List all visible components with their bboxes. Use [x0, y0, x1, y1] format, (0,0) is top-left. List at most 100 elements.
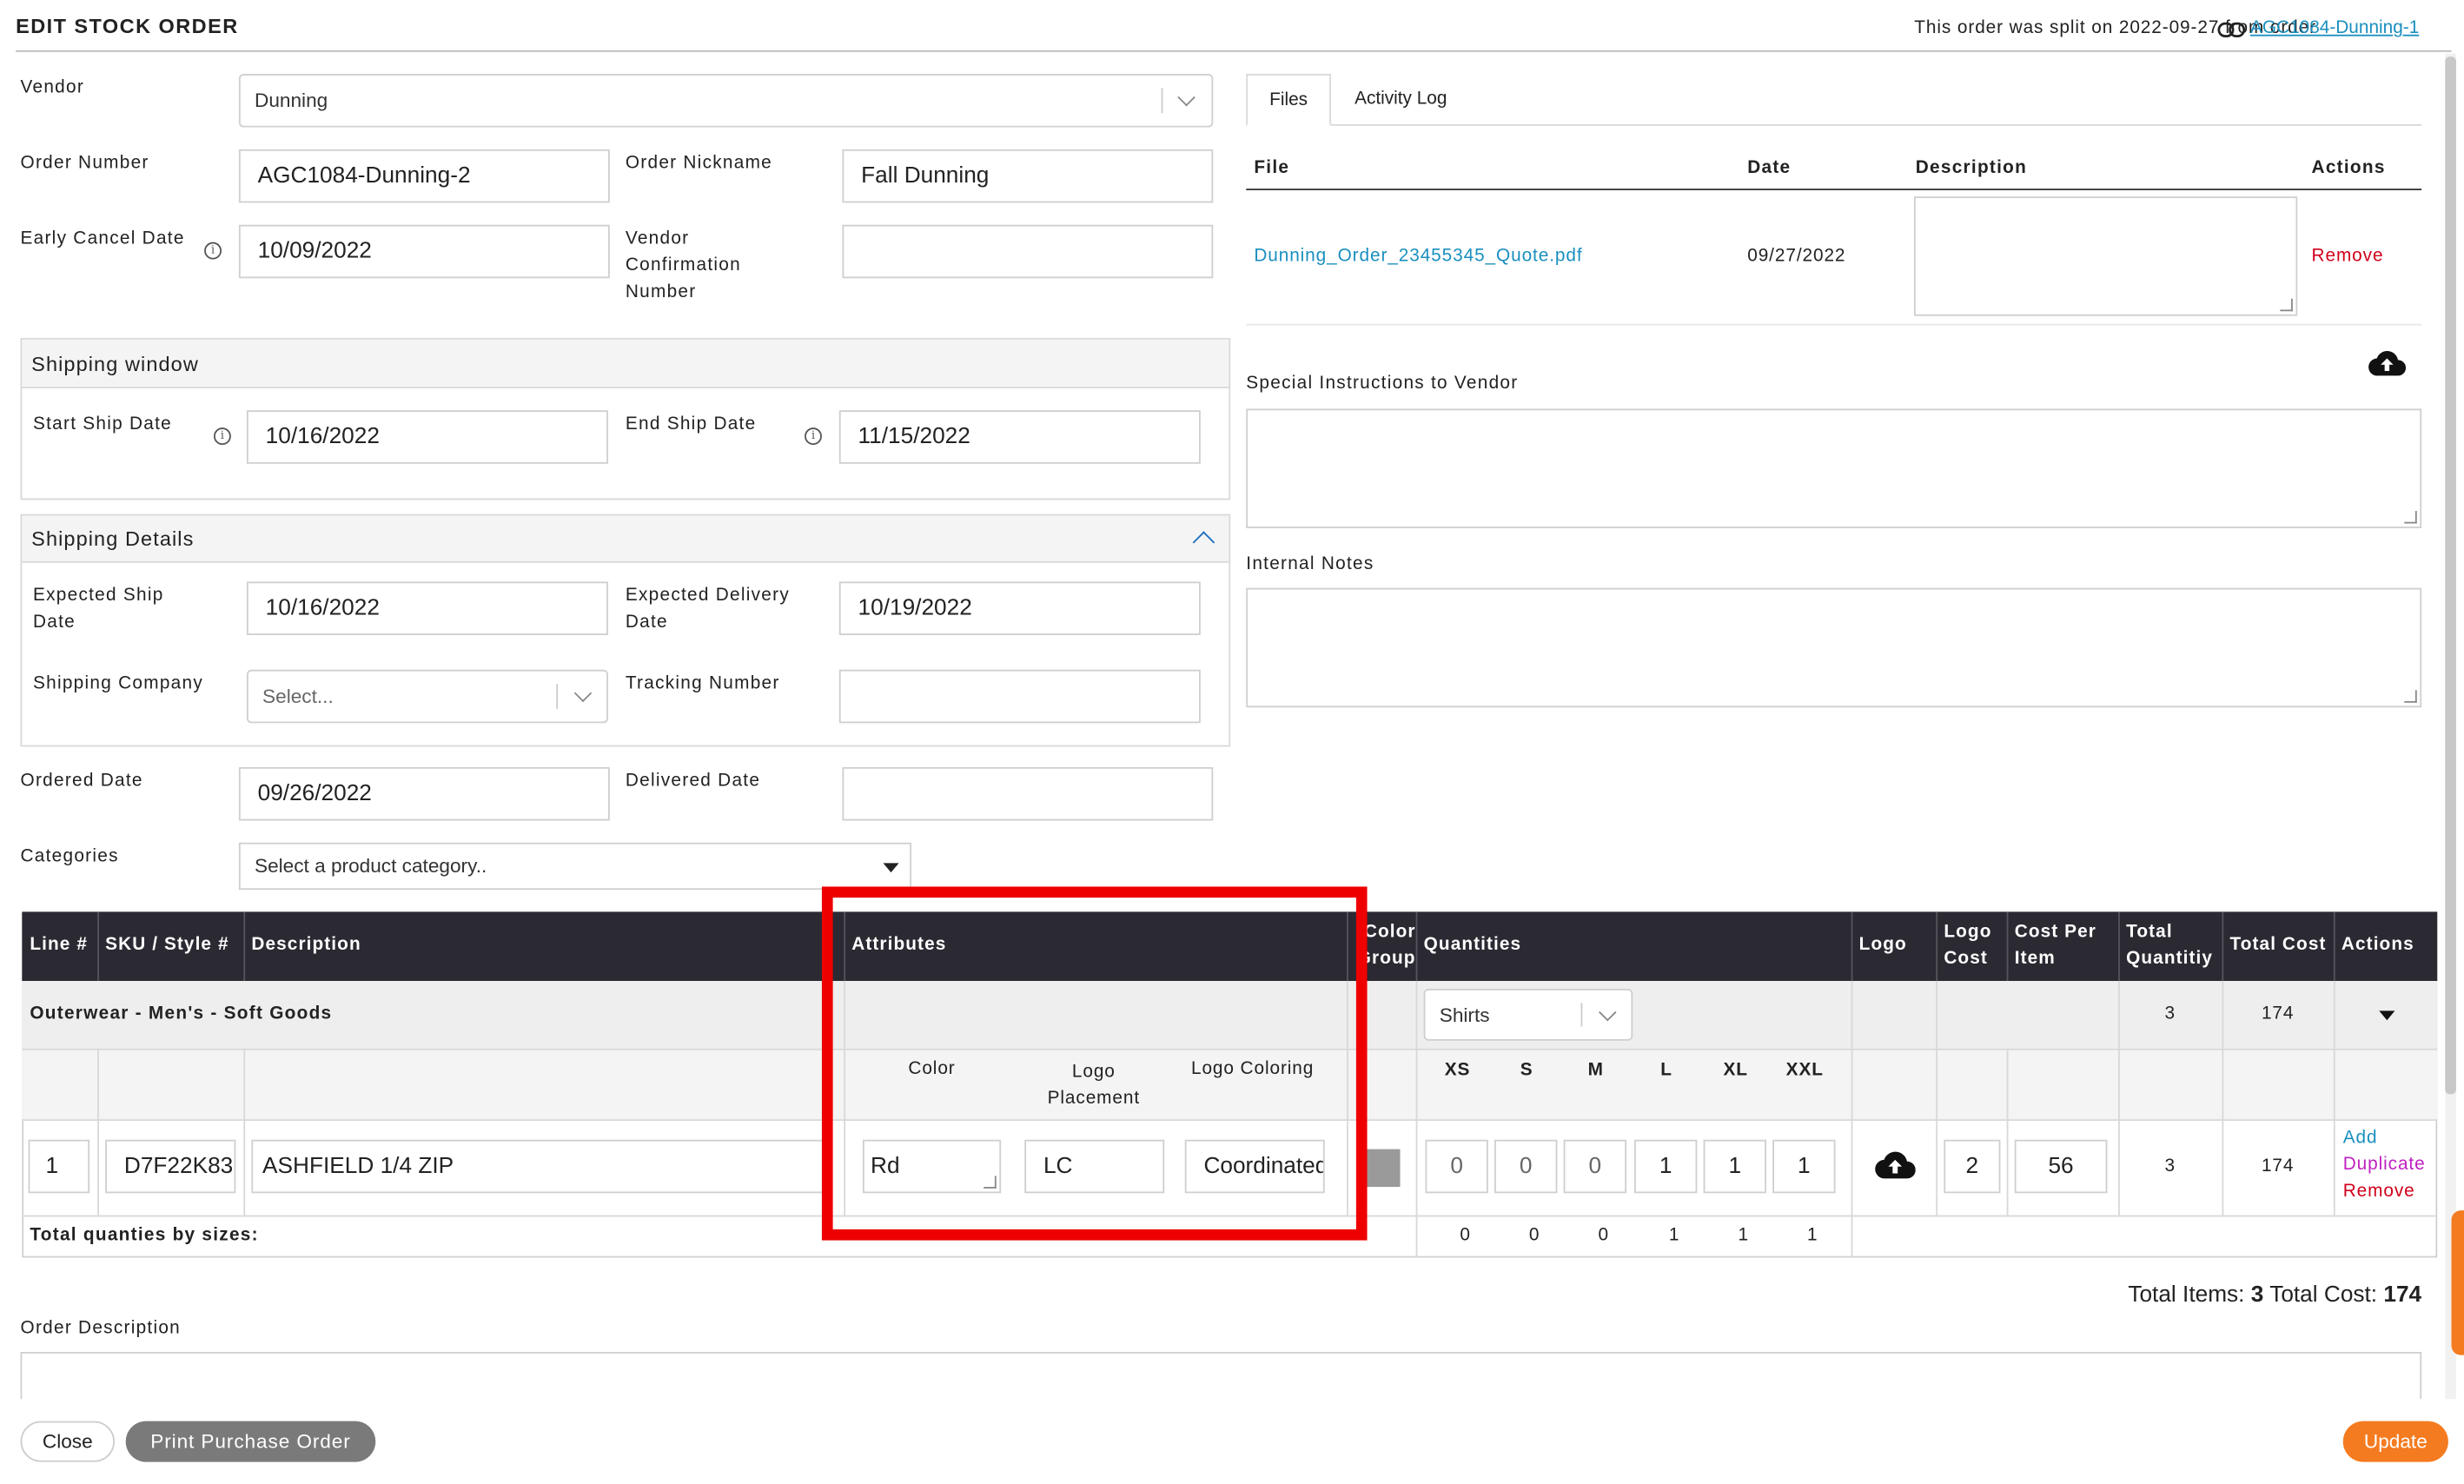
- col-sep: [2006, 1048, 2009, 1216]
- caret-down-icon: [883, 863, 899, 873]
- qty-input-m[interactable]: 0: [1563, 1139, 1626, 1194]
- end-ship-date-input[interactable]: 11/15/2022: [838, 410, 1201, 464]
- group-name: Outerwear - Men's - Soft Goods: [30, 1004, 333, 1024]
- help-widget-tab[interactable]: [2451, 1210, 2464, 1355]
- col-sep: [1936, 981, 1938, 1216]
- qty-input-l[interactable]: 1: [1634, 1139, 1698, 1194]
- vendor-select[interactable]: Dunning: [238, 74, 1214, 128]
- tracking-number-input[interactable]: [838, 669, 1201, 724]
- print-purchase-order-button[interactable]: Print Purchase Order: [125, 1421, 376, 1462]
- caret-down-icon[interactable]: [2379, 1010, 2395, 1021]
- special-instructions-label: Special Instructions to Vendor: [1246, 374, 1519, 394]
- size-set-select[interactable]: Shirts: [1423, 989, 1633, 1041]
- update-button[interactable]: Update: [2342, 1421, 2448, 1462]
- early-cancel-input[interactable]: 10/09/2022: [238, 224, 610, 279]
- description-input[interactable]: ASHFIELD 1/4 ZIP: [251, 1139, 827, 1194]
- qty-input-s[interactable]: 0: [1494, 1139, 1558, 1194]
- delivered-date-label: Delivered Date: [625, 772, 761, 792]
- order-nickname-input[interactable]: Fall Dunning: [842, 149, 1214, 203]
- ordered-date-input[interactable]: 09/26/2022: [238, 766, 610, 821]
- order-description-label: Order Description: [20, 1319, 182, 1338]
- col-sep: [2333, 911, 2335, 982]
- vendor-label: Vendor: [20, 78, 85, 98]
- file-remove-link[interactable]: Remove: [2312, 247, 2384, 266]
- cloud-upload-icon[interactable]: [2368, 349, 2407, 378]
- scrollbar-thumb[interactable]: [2445, 56, 2456, 1095]
- resize-grip[interactable]: [2280, 298, 2293, 312]
- file-link[interactable]: Dunning_Order_23455345_Quote.pdf: [1254, 247, 1582, 266]
- split-origin-link[interactable]: AGC1084-Dunning-1: [2250, 19, 2419, 38]
- tab-activity-log[interactable]: Activity Log: [1355, 89, 1447, 109]
- col-total-qty-line1: Total: [2126, 923, 2173, 942]
- shipping-company-label: Shipping Company: [32, 674, 203, 693]
- info-icon[interactable]: i: [213, 427, 231, 446]
- total-cost-value: 174: [2383, 1282, 2422, 1308]
- header-divider: [16, 50, 2452, 52]
- col-sep: [97, 911, 99, 982]
- col-cost-per-item: Cost Per Item: [2015, 919, 2096, 973]
- order-description-input[interactable]: [20, 1352, 2422, 1400]
- info-icon[interactable]: i: [204, 242, 222, 260]
- link-icon: [2217, 22, 2246, 37]
- tracking-number-label: Tracking Number: [625, 674, 780, 693]
- files-col-actions: Actions: [2311, 158, 2386, 178]
- col-line: Line #: [30, 935, 89, 955]
- chevron-down-icon: [1177, 88, 1196, 107]
- early-cancel-label: Early Cancel Date: [20, 229, 185, 248]
- resize-grip[interactable]: [2404, 690, 2417, 703]
- special-instructions-input[interactable]: [1246, 408, 2422, 528]
- col-sep: [1936, 911, 1938, 982]
- line-number-input[interactable]: 1: [28, 1139, 90, 1194]
- resize-grip[interactable]: [2404, 511, 2417, 524]
- close-button[interactable]: Close: [20, 1421, 116, 1462]
- file-description-input[interactable]: [1913, 196, 2298, 316]
- expected-delivery-date-input[interactable]: 10/19/2022: [838, 581, 1201, 635]
- order-summary: Total Items: 3 Total Cost: 174: [2128, 1282, 2421, 1308]
- total-cost-label: Total Cost:: [2269, 1282, 2378, 1308]
- total-items-label: Total Items:: [2128, 1282, 2245, 1308]
- end-ship-date-label: End Ship Date: [625, 414, 757, 434]
- sku-input[interactable]: D7F22K83: [105, 1139, 236, 1194]
- total-l: 1: [1668, 1226, 1680, 1245]
- expected-delivery-date-label: Expected Delivery Date: [626, 583, 790, 637]
- logo-cost-input[interactable]: 2: [1944, 1139, 2001, 1194]
- page-title: EDIT STOCK ORDER: [16, 14, 239, 38]
- col-total-qty-line2: Quantitiy: [2126, 949, 2214, 969]
- files-col-file: File: [1254, 158, 1290, 178]
- total-xxl: 1: [1807, 1226, 1818, 1245]
- qty-input-xs[interactable]: 0: [1425, 1139, 1488, 1194]
- categories-select[interactable]: Select a product category..: [238, 842, 912, 891]
- order-number-label: Order Number: [20, 154, 149, 174]
- duplicate-row-link[interactable]: Duplicate: [2343, 1156, 2426, 1175]
- remove-row-link[interactable]: Remove: [2343, 1183, 2415, 1202]
- delivered-date-input[interactable]: [842, 766, 1214, 821]
- size-header-m: M: [1587, 1061, 1604, 1081]
- col-sku: SKU / Style #: [105, 935, 229, 955]
- col-sep: [1851, 911, 1853, 982]
- logo-upload-icon[interactable]: [1875, 1149, 1916, 1181]
- expected-ship-date-input[interactable]: 10/16/2022: [246, 581, 608, 635]
- col-logo: Logo: [1858, 935, 1907, 955]
- vendor-confirmation-label: Vendor Confirmation Number: [626, 227, 741, 307]
- size-header-xxl: XXL: [1785, 1061, 1824, 1081]
- cost-per-item-input[interactable]: 56: [2014, 1139, 2108, 1194]
- start-ship-date-input[interactable]: 10/16/2022: [246, 410, 608, 464]
- size-set-value: Shirts: [1439, 1004, 1490, 1026]
- vendor-confirmation-input[interactable]: [842, 224, 1214, 279]
- tab-files[interactable]: Files: [1246, 74, 1331, 126]
- add-row-link[interactable]: Add: [2343, 1129, 2378, 1148]
- color-group-swatch[interactable]: [1365, 1149, 1401, 1188]
- info-icon[interactable]: i: [805, 427, 822, 446]
- col-sep: [97, 1048, 99, 1216]
- shipping-company-select[interactable]: Select...: [246, 669, 608, 724]
- total-xs: 0: [1460, 1226, 1471, 1245]
- expected-delivery-label-line1: Expected Delivery: [625, 586, 791, 606]
- chevron-down-icon: [1599, 1003, 1617, 1022]
- order-number-input[interactable]: AGC1084-Dunning-2: [238, 149, 610, 203]
- internal-notes-input[interactable]: [1246, 587, 2422, 708]
- qty-input-xxl[interactable]: 1: [1772, 1139, 1836, 1194]
- qty-input-xl[interactable]: 1: [1703, 1139, 1766, 1194]
- files-row-divider: [1246, 323, 2422, 326]
- shipping-company-placeholder: Select...: [262, 685, 334, 708]
- select-separator: [1580, 1003, 1583, 1027]
